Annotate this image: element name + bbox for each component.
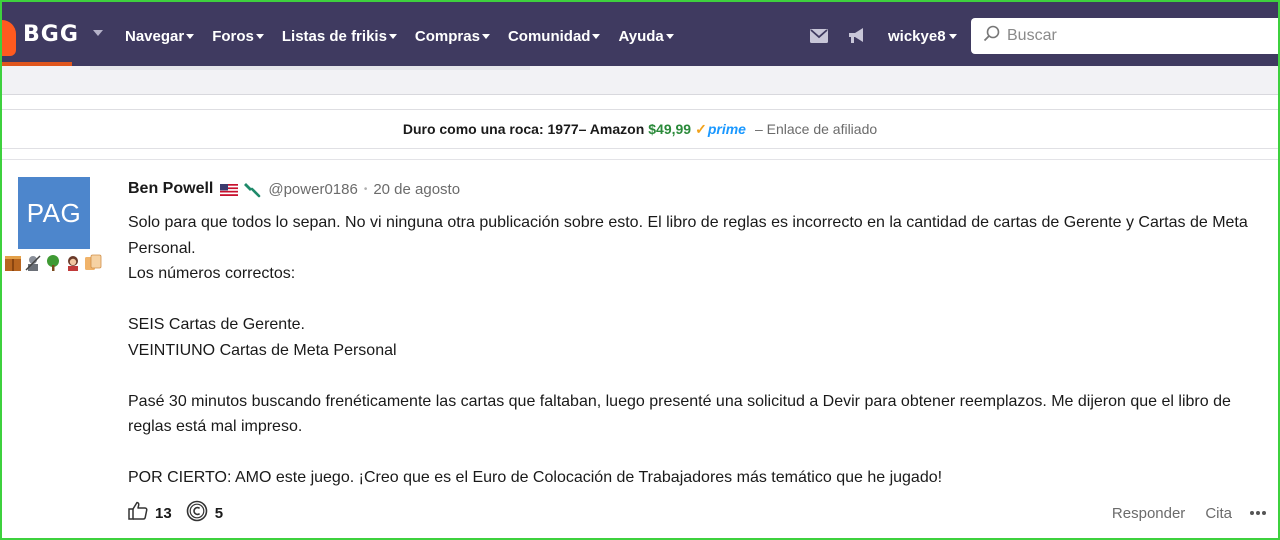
logo-menu-caret-icon[interactable]: [93, 30, 103, 36]
badge-icon-crate[interactable]: [4, 254, 22, 272]
post-body: Solo para que todos lo sepan. No vi ning…: [128, 210, 1268, 491]
thumbs-up-icon: [128, 501, 148, 525]
post-paragraph: Los números correctos:: [128, 265, 296, 282]
affiliate-note: – Enlace de afiliado: [754, 121, 878, 137]
nav-item-navegar[interactable]: Navegar: [125, 28, 195, 45]
quote-button[interactable]: Cita: [1205, 505, 1232, 522]
reply-button[interactable]: Responder: [1112, 505, 1185, 522]
more-options-icon[interactable]: [1250, 511, 1268, 515]
bgg-logo[interactable]: BGG: [0, 12, 80, 62]
chevron-down-icon: [255, 33, 264, 39]
main-nav: Navegar Foros Listas de frikis Compras C…: [125, 0, 692, 72]
prime-check-icon: ✓: [695, 120, 707, 137]
post-header: Ben Powell @power0186 • 20 de agosto: [128, 178, 460, 200]
badge-icon-soldier[interactable]: [24, 254, 42, 272]
affiliate-price[interactable]: $49,99: [648, 121, 691, 137]
geekgold-button[interactable]: 5: [186, 500, 223, 527]
search-input[interactable]: [1007, 27, 1267, 45]
nav-item-compras[interactable]: Compras: [415, 28, 490, 45]
chevron-down-icon: [592, 33, 601, 39]
author-name[interactable]: Ben Powell: [128, 180, 213, 198]
post-paragraph: SEIS Cartas de Gerente.: [128, 316, 305, 333]
affiliate-product-link[interactable]: Duro como una roca: 1977– Amazon: [403, 121, 644, 137]
subheader-shadow: [90, 66, 530, 70]
chevron-down-icon: [186, 33, 195, 39]
nav-item-ayuda[interactable]: Ayuda: [618, 28, 674, 45]
badge-icon-character[interactable]: [64, 254, 82, 272]
us-flag-icon: [220, 183, 239, 196]
post-paragraph: Pasé 30 minutos buscando frenéticamente …: [128, 392, 1231, 436]
author-handle[interactable]: @power0186: [268, 181, 357, 198]
post-footer: 13 5 Responder Cita: [128, 500, 1268, 526]
chevron-down-icon: [388, 33, 397, 39]
divider: [0, 148, 1280, 149]
post-paragraph: VEINTIUNO Cartas de Meta Personal: [128, 341, 397, 359]
flame-icon: [0, 20, 16, 56]
user-menu[interactable]: wickye8: [888, 28, 957, 45]
badge-icon-tree[interactable]: [44, 254, 62, 272]
separator-dot: •: [363, 183, 368, 195]
nav-item-foros[interactable]: Foros: [212, 28, 264, 45]
like-count: 13: [155, 504, 172, 522]
designer-badge-icon: [243, 180, 261, 198]
chevron-down-icon: [481, 33, 490, 39]
divider: [0, 94, 1280, 95]
logo-text: BGG: [23, 22, 79, 47]
affiliate-bar: Duro como una roca: 1977– Amazon $49,99 …: [0, 110, 1280, 148]
chevron-down-icon: [665, 33, 674, 39]
post-actions: Responder Cita: [1092, 505, 1268, 522]
post-date[interactable]: 20 de agosto: [373, 181, 460, 198]
post-paragraph: Solo para que todos lo sepan. No vi ning…: [128, 214, 1248, 257]
nav-item-comunidad[interactable]: Comunidad: [508, 28, 601, 45]
geekgold-count: 5: [214, 504, 224, 522]
badge-icon-cards[interactable]: [84, 254, 102, 272]
mail-icon[interactable]: [808, 25, 830, 47]
avatar[interactable]: PAG: [18, 177, 90, 249]
divider: [0, 159, 1280, 160]
user-badges: [4, 254, 104, 272]
subheader: [0, 66, 1280, 94]
chevron-down-icon: [948, 33, 957, 39]
geekgold-coin-icon: [186, 500, 208, 527]
search-icon: [983, 25, 1001, 48]
post-paragraph: POR CIERTO: AMO este juego. ¡Creo que es…: [128, 469, 943, 486]
megaphone-icon[interactable]: [846, 25, 868, 47]
like-button[interactable]: 13: [128, 501, 172, 525]
nav-item-listas[interactable]: Listas de frikis: [282, 28, 397, 45]
nav-right: wickye8: [808, 0, 957, 72]
prime-badge: ✓ prime: [695, 120, 746, 138]
search-box[interactable]: [971, 18, 1280, 54]
